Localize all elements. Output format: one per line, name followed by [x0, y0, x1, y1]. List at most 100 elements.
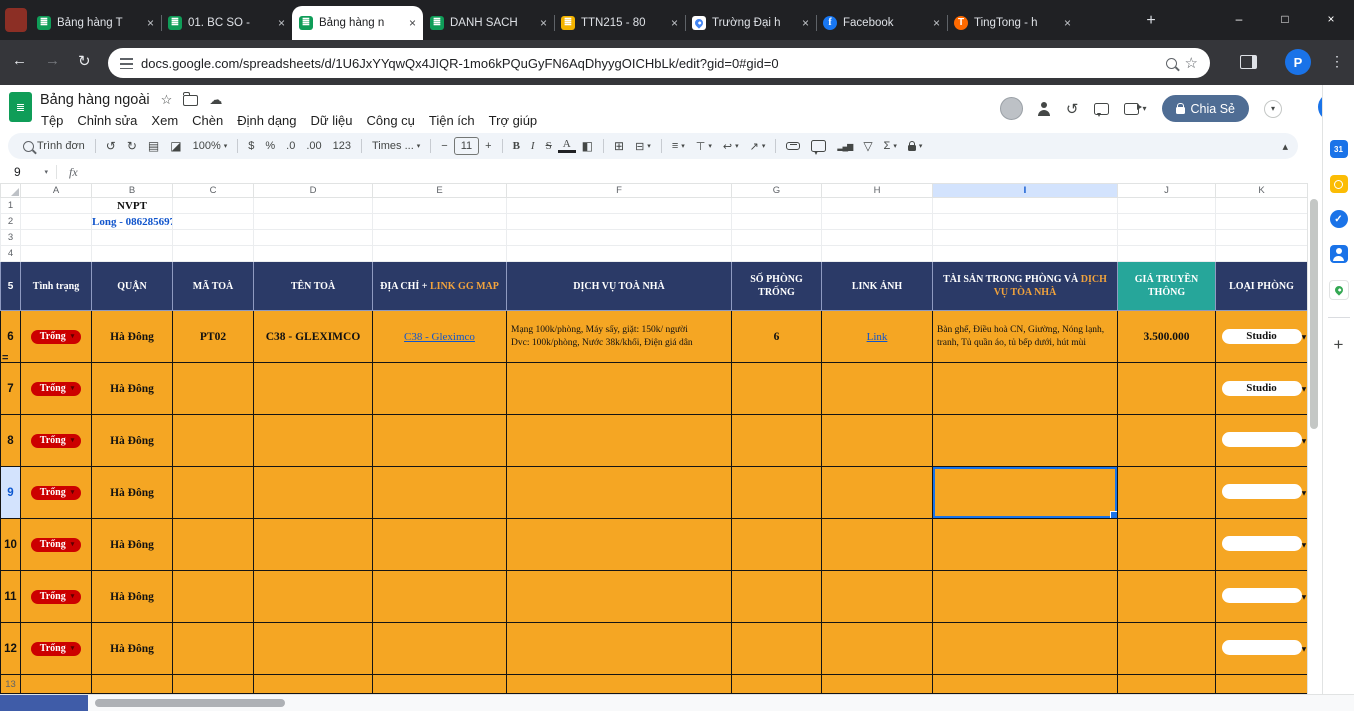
vertical-scroll-thumb[interactable] — [1310, 199, 1318, 429]
zoom-icon[interactable] — [1166, 58, 1177, 69]
cell-building[interactable] — [254, 571, 373, 623]
bold-button[interactable]: B — [508, 140, 525, 152]
row-header[interactable]: 11 — [1, 571, 21, 623]
presence-icon[interactable] — [1038, 102, 1051, 115]
font-size-input[interactable]: 11 — [454, 137, 479, 155]
browser-tab[interactable]: ≣ DANH SÁCH × — [423, 6, 554, 40]
cell[interactable] — [732, 246, 822, 262]
cell[interactable] — [507, 246, 732, 262]
cell[interactable] — [21, 246, 92, 262]
header-code[interactable]: MÃ TOÀ — [173, 262, 254, 311]
status-dropdown[interactable]: Trống▾ — [31, 486, 81, 500]
status-dropdown[interactable]: Trống▾ — [31, 330, 81, 344]
cell[interactable] — [822, 675, 933, 694]
font-select[interactable]: Times ...▾ — [367, 140, 425, 152]
version-history-icon[interactable]: ↺ — [1066, 100, 1079, 118]
cell-status[interactable]: Trống▾ — [21, 571, 92, 623]
status-dropdown[interactable]: Trống▾ — [31, 538, 81, 552]
row-header[interactable]: 3 — [1, 230, 21, 246]
cell[interactable] — [1216, 198, 1308, 214]
text-rotate-button[interactable]: ↗▾ — [745, 140, 771, 153]
cell-district[interactable]: Hà Đông — [92, 363, 173, 415]
menu-help[interactable]: Trợ giúp — [482, 111, 545, 130]
comments-icon[interactable] — [1094, 103, 1109, 115]
horizontal-scroll-thumb[interactable] — [95, 699, 285, 707]
cell-address[interactable] — [373, 519, 507, 571]
cell-services[interactable] — [507, 363, 732, 415]
forward-icon[interactable]: → — [45, 52, 60, 69]
functions-button[interactable]: Σ▾ — [879, 140, 902, 152]
cell-code[interactable] — [173, 363, 254, 415]
cell-room-type[interactable]: Studio▾ — [1216, 311, 1308, 363]
cell-address[interactable] — [373, 571, 507, 623]
header-services[interactable]: DỊCH VỤ TOÀ NHÀ — [507, 262, 732, 311]
cell-assets[interactable] — [933, 623, 1118, 675]
header-image[interactable]: LINK ẢNH — [822, 262, 933, 311]
header-address[interactable]: ĐỊA CHỈ + LINK GG MAP — [373, 262, 507, 311]
cell[interactable] — [254, 675, 373, 694]
cell-room-type[interactable]: ▾ — [1216, 519, 1308, 571]
cell[interactable] — [933, 214, 1118, 230]
tab-close-icon[interactable]: × — [540, 16, 547, 30]
row-header[interactable]: 13 — [1, 675, 21, 694]
menu-insert[interactable]: Chèn — [185, 111, 230, 130]
cell[interactable] — [732, 675, 822, 694]
cell[interactable] — [21, 214, 92, 230]
menu-tools[interactable]: Công cụ — [359, 111, 421, 130]
cell-price[interactable] — [1118, 623, 1216, 675]
cell-vacant[interactable] — [732, 571, 822, 623]
cell-status[interactable]: Trống▾ — [21, 519, 92, 571]
cell-building[interactable] — [254, 363, 373, 415]
cell-address[interactable] — [373, 363, 507, 415]
column-header[interactable]: E — [373, 184, 507, 198]
row-header[interactable]: 5 — [1, 262, 21, 311]
cell[interactable] — [933, 246, 1118, 262]
protect-sheet-button[interactable]: ▾ — [903, 142, 928, 151]
cell-code[interactable] — [173, 571, 254, 623]
cell-code[interactable] — [173, 415, 254, 467]
cell-image-link[interactable]: Link — [822, 311, 933, 363]
row-header[interactable]: 7 — [1, 363, 21, 415]
cell-vacant[interactable] — [732, 363, 822, 415]
insert-comment-button[interactable] — [806, 140, 831, 152]
vertical-scrollbar[interactable] — [1307, 183, 1321, 694]
collaborator-avatar[interactable] — [1000, 97, 1023, 120]
print-button[interactable]: ▤ — [143, 139, 164, 153]
cell[interactable] — [1118, 246, 1216, 262]
cell[interactable] — [507, 214, 732, 230]
cell-image-link[interactable] — [822, 363, 933, 415]
header-price[interactable]: GIÁ TRUYỀN THÔNG — [1118, 262, 1216, 311]
vertical-align-button[interactable]: ⊤▾ — [691, 140, 717, 153]
horizontal-align-button[interactable]: ≡▾ — [667, 140, 690, 152]
cell-price[interactable] — [1118, 467, 1216, 519]
header-room-type[interactable]: LOẠI PHÒNG — [1216, 262, 1308, 311]
sheet-tab-partial[interactable] — [0, 695, 88, 711]
format-percent-button[interactable]: % — [260, 140, 280, 152]
cell-code[interactable]: PT02 — [173, 311, 254, 363]
cell[interactable] — [933, 198, 1118, 214]
status-dropdown[interactable]: Trống▾ — [31, 434, 81, 448]
cell[interactable] — [732, 198, 822, 214]
column-header[interactable]: J — [1118, 184, 1216, 198]
cell[interactable]: Long - 0862856975 — [92, 214, 173, 230]
cell-code[interactable] — [173, 467, 254, 519]
sheets-logo-icon[interactable]: ≣ — [9, 92, 32, 122]
insert-link-button[interactable] — [781, 142, 805, 150]
decrease-font-size-button[interactable]: − — [436, 140, 452, 152]
row-header[interactable]: 8 — [1, 415, 21, 467]
increase-font-size-button[interactable]: + — [480, 140, 496, 152]
cell-code[interactable] — [173, 623, 254, 675]
column-header-selected[interactable]: I — [933, 184, 1118, 198]
menu-format[interactable]: Định dạng — [230, 111, 303, 130]
cell-district[interactable]: Hà Đông — [92, 311, 173, 363]
room-type-dropdown[interactable] — [1222, 536, 1302, 551]
star-icon[interactable]: ☆ — [161, 92, 173, 108]
column-header[interactable]: K — [1216, 184, 1308, 198]
cell-services[interactable]: Mạng 100k/phòng, Máy sấy, giặt: 150k/ ng… — [507, 311, 732, 363]
cell-price[interactable] — [1118, 519, 1216, 571]
cell[interactable] — [507, 230, 732, 246]
cell-price[interactable] — [1118, 571, 1216, 623]
cell-room-type[interactable]: ▾ — [1216, 623, 1308, 675]
cell-building[interactable] — [254, 467, 373, 519]
cell[interactable] — [1216, 675, 1308, 694]
